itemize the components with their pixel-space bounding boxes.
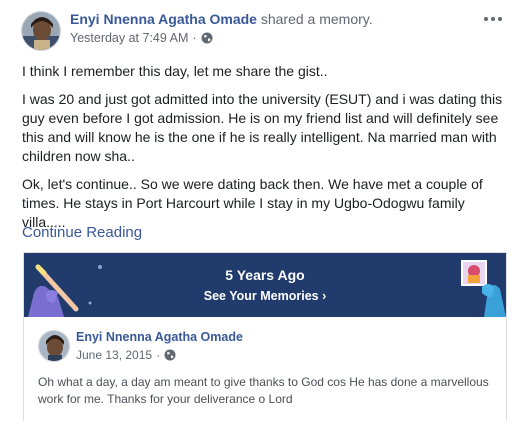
memory-card: 5 Years Ago See Your Memories › Enyi Nne… — [23, 252, 507, 421]
pencil-hand-illustration — [28, 264, 102, 317]
post-paragraph: I was 20 and just got admitted into the … — [22, 91, 503, 164]
meta-separator: · — [156, 348, 161, 362]
see-memories-link[interactable]: See Your Memories › — [24, 289, 506, 303]
post-paragraph: I think I remember this day, let me shar… — [22, 63, 328, 79]
author-name[interactable]: Enyi Nnenna Agatha Omade — [70, 11, 257, 27]
post-timestamp[interactable]: Yesterday at 7:49 AM — [70, 31, 188, 45]
original-author-avatar[interactable] — [38, 330, 70, 362]
memory-banner[interactable]: 5 Years Ago See Your Memories › — [24, 253, 506, 317]
memory-post: Enyi Nnenna Agatha Omade shared a memory… — [0, 0, 530, 421]
post-header: Enyi Nnenna Agatha Omade shared a memory… — [70, 11, 373, 27]
post-body: I think I remember this day, let me shar… — [22, 62, 512, 241]
original-post-date[interactable]: June 13, 2015 — [76, 348, 152, 362]
continue-reading-link[interactable]: Continue Reading — [22, 224, 142, 241]
memory-title: 5 Years Ago — [225, 267, 305, 283]
original-post-meta: June 13, 2015 · — [76, 348, 176, 362]
original-post[interactable]: Enyi Nnenna Agatha Omade June 13, 2015 ·… — [24, 317, 506, 421]
globe-icon[interactable] — [164, 349, 176, 361]
globe-icon[interactable] — [201, 32, 213, 44]
photo-hand-illustration — [461, 260, 506, 317]
author-avatar[interactable] — [21, 11, 61, 51]
chevron-right-icon: › — [322, 289, 327, 303]
original-post-text: Oh what a day, a day am meant to give th… — [38, 375, 489, 406]
see-memories-label: See Your Memories — [203, 289, 319, 303]
original-author-name[interactable]: Enyi Nnenna Agatha Omade — [76, 330, 243, 344]
post-meta: Yesterday at 7:49 AM · — [70, 31, 213, 45]
post-action: shared a memory. — [260, 11, 373, 27]
more-options-icon[interactable] — [484, 13, 508, 25]
meta-separator: · — [192, 31, 197, 45]
